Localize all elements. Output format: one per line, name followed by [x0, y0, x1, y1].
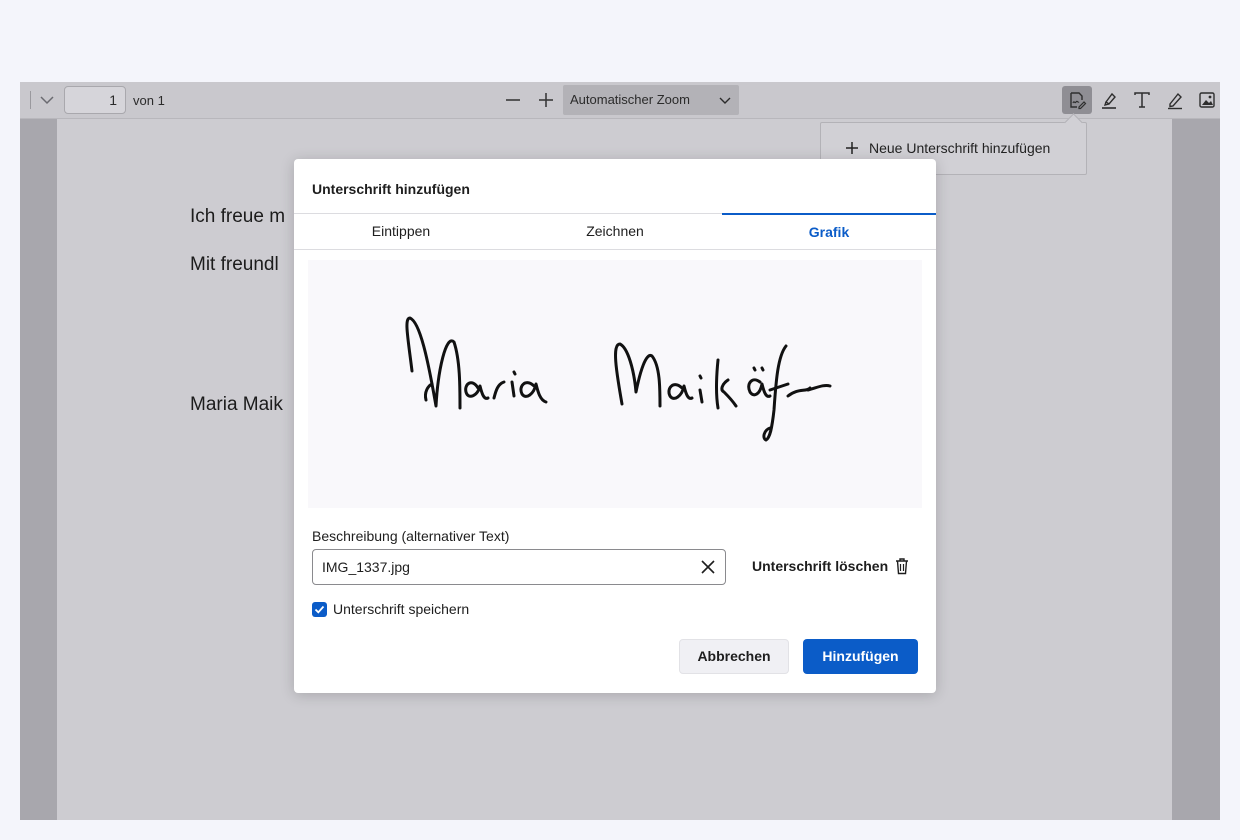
text-icon: [1134, 92, 1150, 108]
signature-image-preview: [308, 260, 922, 508]
signature-image: [405, 316, 832, 442]
dialog-title: Unterschrift hinzufügen: [312, 181, 470, 197]
add-new-signature-button[interactable]: Neue Unterschrift hinzufügen: [845, 140, 1050, 156]
page-number-input[interactable]: 1: [64, 86, 126, 114]
save-signature-row: Unterschrift speichern: [312, 601, 469, 617]
save-signature-label: Unterschrift speichern: [333, 601, 470, 617]
add-signature-dialog: Unterschrift hinzufügen Eintippen Zeichn…: [294, 159, 936, 693]
add-new-signature-label: Neue Unterschrift hinzufügen: [869, 140, 1051, 156]
cancel-button[interactable]: Abbrechen: [679, 639, 789, 674]
trash-icon: [896, 558, 909, 575]
tab-image[interactable]: Grafik: [722, 213, 936, 250]
document-text-line: Mit freundl: [190, 254, 279, 275]
delete-signature-label: Unterschrift löschen: [752, 558, 889, 574]
highlight-icon: [1102, 92, 1116, 109]
toolbar-separator: [30, 91, 31, 109]
draw-tool-button[interactable]: [1160, 86, 1190, 114]
zoom-select[interactable]: Automatischer Zoom: [563, 85, 739, 115]
save-signature-checkbox[interactable]: [312, 601, 327, 617]
zoom-select-label: Automatischer Zoom: [570, 92, 690, 107]
chevron-down-icon: [719, 97, 731, 104]
zoom-in-button[interactable]: [536, 90, 556, 110]
alt-text-input[interactable]: IMG_1337.jpg: [312, 549, 726, 585]
checkmark-icon: [314, 605, 325, 614]
signature-tool-button[interactable]: [1062, 86, 1092, 114]
signature-tabs: Eintippen Zeichnen Grafik: [294, 213, 936, 250]
alt-text-value: IMG_1337.jpg: [322, 559, 410, 575]
tab-draw[interactable]: Zeichnen: [508, 214, 722, 249]
document-text-line: Ich freue m: [190, 206, 286, 227]
description-label: Beschreibung (alternativer Text): [312, 528, 510, 544]
image-icon: [1199, 92, 1215, 108]
zoom-out-button[interactable]: [503, 90, 523, 110]
image-tool-button[interactable]: [1192, 86, 1220, 114]
chevron-down-icon[interactable]: [36, 89, 58, 111]
document-text-line: Maria Maik: [190, 394, 283, 415]
highlight-tool-button[interactable]: [1094, 86, 1124, 114]
plus-icon: [846, 142, 858, 154]
page-count-label: von 1: [133, 93, 165, 108]
text-tool-button[interactable]: [1127, 86, 1157, 114]
delete-signature-button[interactable]: Unterschrift löschen: [752, 557, 910, 575]
tab-type[interactable]: Eintippen: [294, 214, 508, 249]
signature-icon: [1070, 92, 1087, 110]
add-button[interactable]: Hinzufügen: [803, 639, 918, 674]
toolbar: 1 von 1 Automatischer Zoom: [20, 82, 1220, 119]
draw-icon: [1168, 92, 1182, 110]
clear-icon[interactable]: [699, 558, 717, 576]
